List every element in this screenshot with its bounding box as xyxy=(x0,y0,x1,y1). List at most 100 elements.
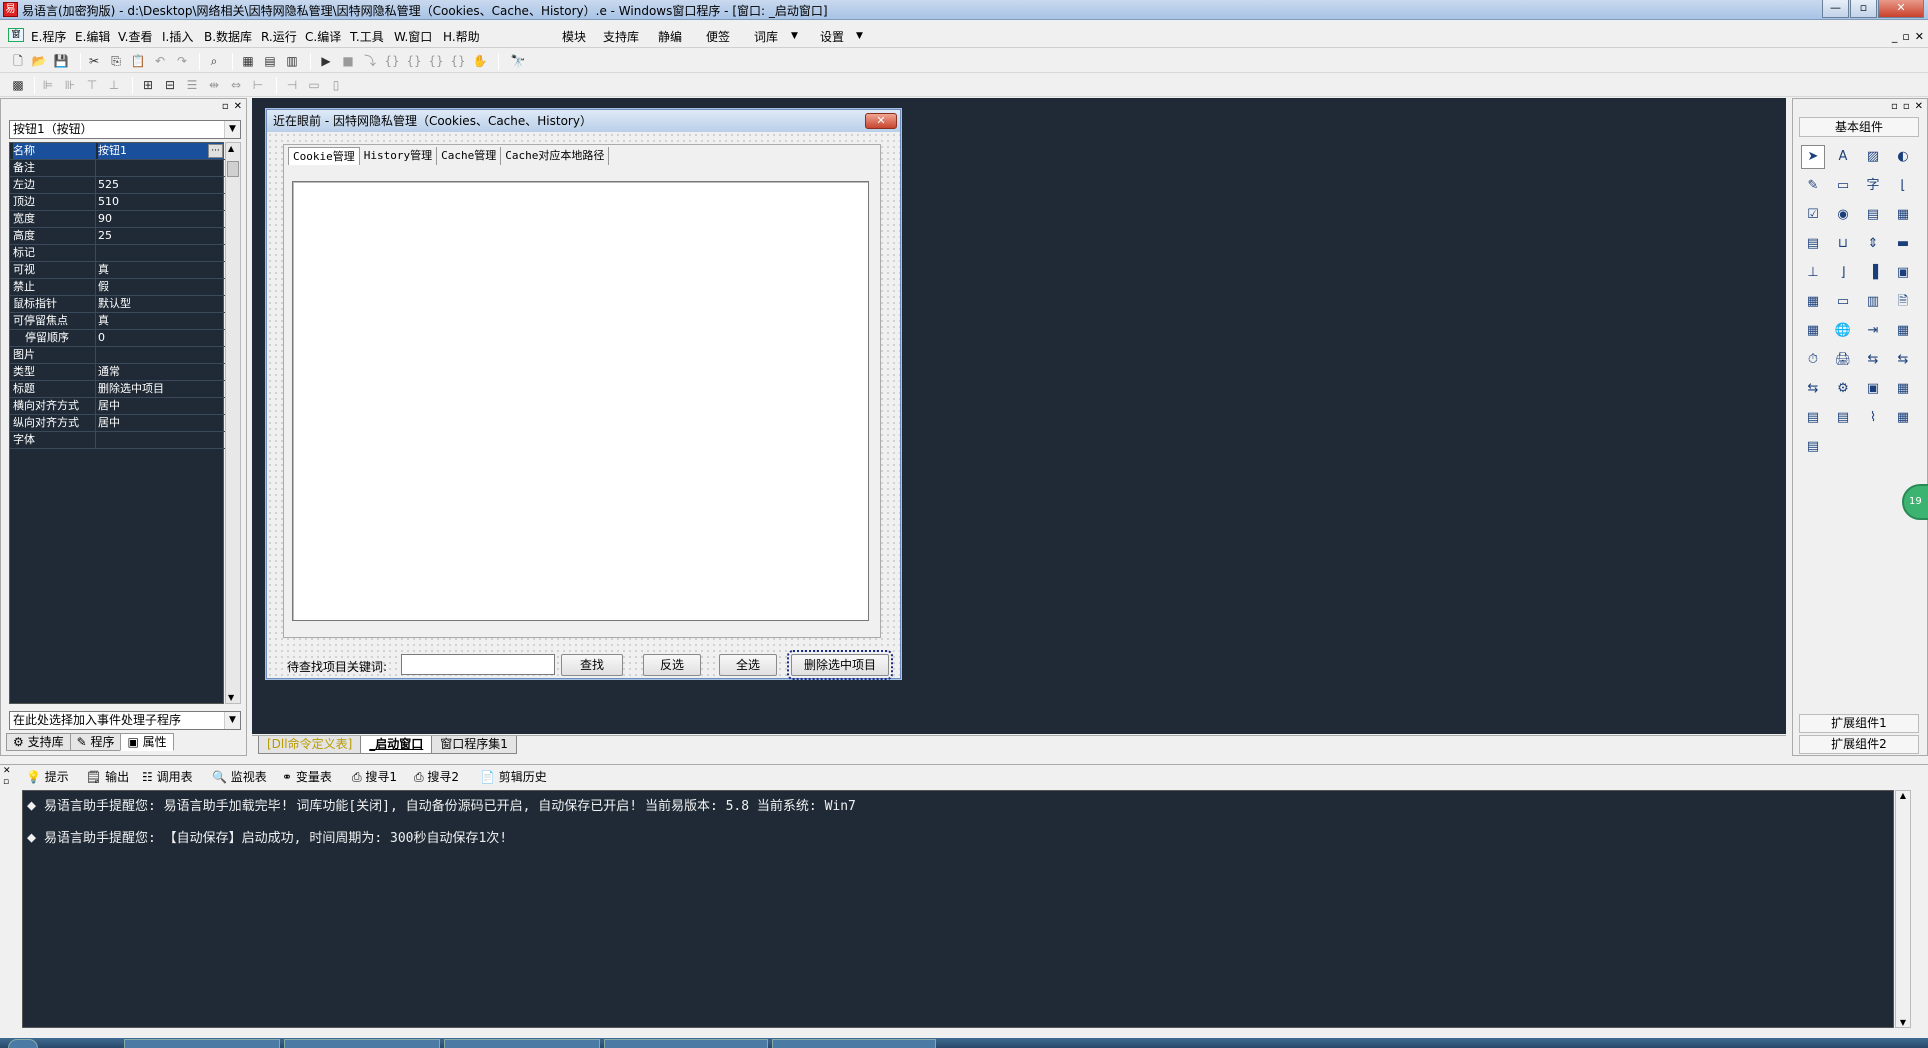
property-row[interactable]: 名称 按钮1 xyxy=(10,143,225,160)
taskbar-item[interactable] xyxy=(604,1039,768,1048)
search-input[interactable] xyxy=(401,654,555,675)
tab-search-2[interactable]: ⎙ 搜寻2 xyxy=(414,768,459,786)
send-back-icon[interactable]: ▯ xyxy=(328,77,344,93)
tab-clip-history[interactable]: 📄 剪辑历史 xyxy=(480,768,547,786)
mdi-minimize-icon[interactable]: _ xyxy=(1892,30,1898,43)
scroll-down-icon[interactable]: ▼ xyxy=(1896,1018,1910,1027)
close-button[interactable]: ✕ xyxy=(1878,0,1924,18)
taskbar-item[interactable] xyxy=(772,1039,936,1048)
pin-icon[interactable]: ▫ xyxy=(222,101,229,112)
panel-pin-icon[interactable]: ▫ xyxy=(1891,101,1898,112)
property-row[interactable]: 停留顺序 0 xyxy=(10,330,225,347)
run-icon[interactable]: ▶ xyxy=(318,53,334,69)
component-icon[interactable]: ⇆ xyxy=(1801,377,1825,401)
output-pane[interactable]: ◆ 易语言助手提醒您: 易语言助手加载完毕! 词库功能[关闭], 自动备份源码已开… xyxy=(22,790,1894,1028)
property-value[interactable]: 真 xyxy=(98,262,223,278)
layout-3-icon[interactable]: ▥ xyxy=(284,53,300,69)
property-row[interactable]: 左边 525 xyxy=(10,177,225,194)
taskbar-item[interactable] xyxy=(444,1039,600,1048)
menu-static-compile[interactable]: 静编 xyxy=(658,28,682,45)
scroll-up-icon[interactable]: ▲ xyxy=(228,144,234,153)
grid-icon[interactable]: ▩ xyxy=(10,77,26,93)
component-icon[interactable]: ▐ xyxy=(1861,261,1885,285)
component-icon[interactable]: ◉ xyxy=(1831,203,1855,227)
menu-support-library[interactable]: 支持库 xyxy=(603,28,639,45)
property-value[interactable]: 通常 xyxy=(98,364,223,380)
property-value[interactable]: 525 xyxy=(98,177,223,193)
step-over-icon[interactable]: {} xyxy=(406,53,422,69)
menu-modules[interactable]: 模块 xyxy=(562,28,586,45)
step-into-icon[interactable]: {} xyxy=(384,53,400,69)
menu-tools[interactable]: T.工具 xyxy=(350,28,384,45)
component-icon[interactable]: ▭ xyxy=(1831,174,1855,198)
center-vertical-icon[interactable]: ⊟ xyxy=(162,77,178,93)
component-selector[interactable]: 按钮1（按钮） ▼ xyxy=(9,120,241,139)
property-row[interactable]: 鼠标指针 默认型 xyxy=(10,296,225,313)
component-icon[interactable]: ▭ xyxy=(1831,290,1855,314)
property-value[interactable]: 真 xyxy=(98,313,223,329)
menu-run[interactable]: R.运行 xyxy=(261,28,297,45)
extended-components-1[interactable]: 扩展组件1 xyxy=(1799,714,1919,733)
component-icon[interactable]: ▦ xyxy=(1891,203,1915,227)
open-folder-icon[interactable]: 📂 xyxy=(31,53,47,69)
component-icon[interactable]: ▦ xyxy=(1891,377,1915,401)
property-row[interactable]: 横向对齐方式 居中 xyxy=(10,398,225,415)
space-h-icon[interactable]: ⊢ xyxy=(250,77,266,93)
property-value[interactable]: 居中 xyxy=(98,398,223,414)
property-value[interactable]: 默认型 xyxy=(98,296,223,312)
menu-program[interactable]: E.程序 xyxy=(31,28,66,45)
layout-2-icon[interactable]: ▤ xyxy=(262,53,278,69)
component-icon[interactable]: ⇥ xyxy=(1861,319,1885,343)
same-height-icon[interactable]: ⇹ xyxy=(206,77,222,93)
component-icon[interactable]: ⇆ xyxy=(1861,348,1885,372)
component-icon[interactable]: ▤ xyxy=(1831,406,1855,430)
menu-database[interactable]: B.数据库 xyxy=(204,28,252,45)
component-icon[interactable]: ➤ xyxy=(1801,145,1825,169)
component-icon[interactable]: ☑ xyxy=(1801,203,1825,227)
property-value[interactable]: 0 xyxy=(98,330,223,346)
component-icon[interactable]: ⌇ xyxy=(1861,406,1885,430)
align-top-icon[interactable]: ⊤ xyxy=(84,77,100,93)
tab-call-stack[interactable]: ☷ 调用表 xyxy=(142,768,193,786)
component-icon[interactable]: 🗎 xyxy=(1891,290,1915,314)
bring-front-icon[interactable]: ▭ xyxy=(306,77,322,93)
settings-dropdown-icon[interactable]: ▼ xyxy=(856,31,863,41)
component-icon[interactable]: ▤ xyxy=(1801,232,1825,256)
undo-icon[interactable]: ↶ xyxy=(152,53,168,69)
tab-search-1[interactable]: ⎙ 搜寻1 xyxy=(352,768,397,786)
property-value[interactable]: 90 xyxy=(98,211,223,227)
menu-compile[interactable]: C.编译 xyxy=(305,28,341,45)
component-icon[interactable]: ▦ xyxy=(1801,290,1825,314)
component-icon[interactable]: ⌊ xyxy=(1891,174,1915,198)
tab-hints[interactable]: 💡 提示 xyxy=(26,768,69,786)
component-icon[interactable]: ▤ xyxy=(1801,435,1825,459)
tab-properties[interactable]: ▣ 属性 xyxy=(120,733,174,751)
delete-selected-button[interactable]: 删除选中项目 xyxy=(787,650,893,680)
find-icon[interactable]: ⌕ xyxy=(206,53,222,69)
output-scrollbar[interactable]: ▲ ▼ xyxy=(1895,790,1911,1028)
menu-settings[interactable]: 设置 xyxy=(820,28,844,45)
property-scrollbar[interactable]: ▲ ▼ xyxy=(225,142,241,704)
component-icon[interactable]: ⏱ xyxy=(1801,348,1825,372)
component-icon[interactable]: ▨ xyxy=(1861,145,1885,169)
chevron-down-icon[interactable]: ▼ xyxy=(224,712,240,729)
app-icon[interactable]: 易 xyxy=(3,2,18,17)
property-row[interactable]: 图片 xyxy=(10,347,225,364)
menu-notes[interactable]: 便签 xyxy=(706,28,730,45)
menu-edit[interactable]: E.编辑 xyxy=(75,28,110,45)
property-row[interactable]: 宽度 90 xyxy=(10,211,225,228)
lexicon-dropdown-icon[interactable]: ▼ xyxy=(791,31,798,41)
scroll-down-icon[interactable]: ▼ xyxy=(228,693,234,702)
event-handler-selector[interactable]: 在此处选择加入事件处理子程序 ▼ xyxy=(9,711,241,730)
align-right-icon[interactable]: ⊪ xyxy=(62,77,78,93)
component-icon[interactable]: ▤ xyxy=(1861,203,1885,227)
component-icon[interactable]: ▦ xyxy=(1801,319,1825,343)
stop-icon[interactable]: ■ xyxy=(340,53,356,69)
scroll-thumb[interactable] xyxy=(227,161,239,177)
property-value[interactable]: 删除选中项目 xyxy=(98,381,223,397)
menu-insert[interactable]: I.插入 xyxy=(162,28,193,45)
menu-help[interactable]: H.帮助 xyxy=(443,28,480,45)
component-icon[interactable]: ⇕ xyxy=(1861,232,1885,256)
property-row[interactable]: 高度 25 xyxy=(10,228,225,245)
tab-history[interactable]: History管理 xyxy=(360,147,438,165)
